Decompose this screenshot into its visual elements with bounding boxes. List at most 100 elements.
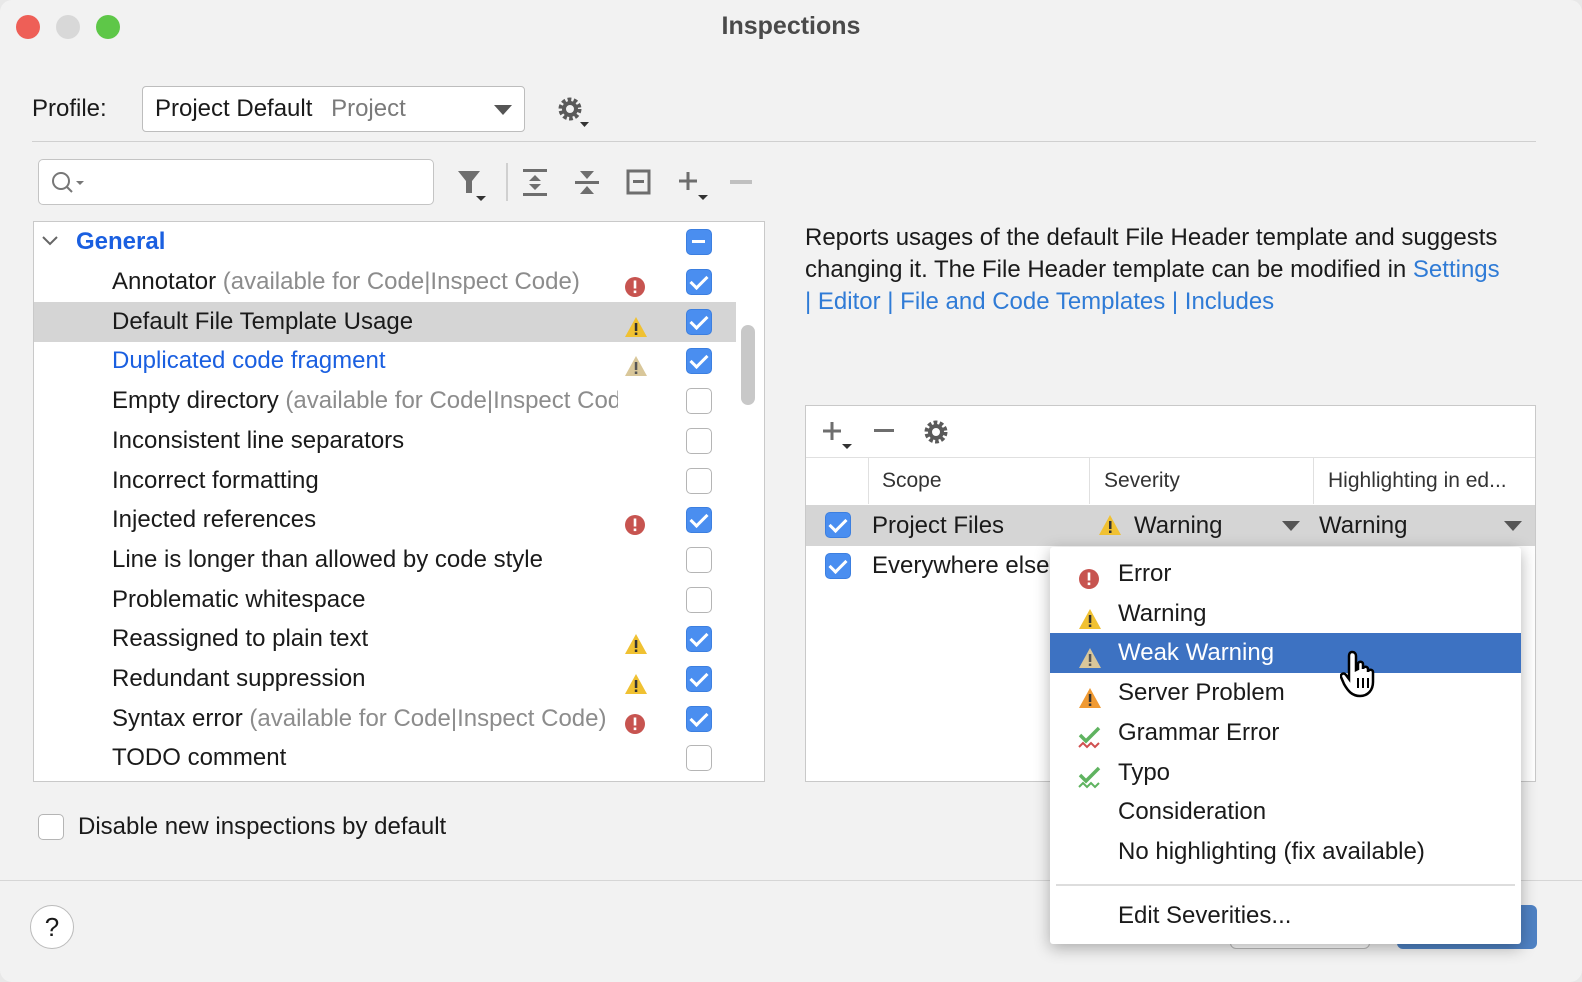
add-icon[interactable]	[678, 170, 710, 202]
menu-item[interactable]: Warning	[1050, 594, 1521, 634]
item-checkbox[interactable]	[686, 308, 712, 335]
menu-item-label: Weak Warning	[1118, 639, 1275, 667]
item-checkbox[interactable]	[686, 666, 712, 692]
item-checkbox[interactable]	[686, 467, 712, 494]
tree-item[interactable]: Inconsistent line separators	[34, 421, 736, 461]
item-label: Duplicated code fragment	[112, 341, 618, 381]
profile-dropdown[interactable]: Project Default Project	[142, 86, 525, 132]
group-checkbox[interactable]	[686, 229, 712, 255]
menu-item-edit-severities[interactable]: Edit Severities...	[1050, 896, 1521, 936]
tree-item[interactable]: Problematic whitespace	[34, 580, 736, 620]
item-name: Duplicated code fragment	[112, 347, 386, 375]
inspection-tree[interactable]: General Annotator (available for Code|In…	[33, 221, 765, 782]
item-checkbox[interactable]	[686, 586, 712, 613]
hand-cursor-icon	[1340, 650, 1375, 698]
item-checkbox[interactable]	[686, 705, 712, 732]
tree-item[interactable]: Duplicated code fragment	[34, 341, 736, 381]
highlighting-dropdown[interactable]: Warning	[1319, 505, 1407, 546]
menu-separator	[1056, 884, 1515, 886]
item-checkbox[interactable]	[686, 269, 712, 295]
window-title: Inspections	[721, 12, 861, 40]
divider	[1313, 458, 1314, 504]
chevron-down-icon[interactable]	[1282, 521, 1300, 531]
error-icon	[625, 277, 645, 297]
tree-item[interactable]: Reassigned to plain text	[34, 619, 736, 659]
item-label: TODO comment	[112, 738, 618, 778]
scope-checkbox[interactable]	[825, 512, 851, 538]
item-label: Problematic whitespace	[112, 580, 618, 620]
menu-item[interactable]: Server Problem	[1050, 673, 1521, 713]
scope-name: Everywhere else	[872, 552, 1050, 579]
scope-checkbox[interactable]	[825, 553, 851, 579]
tree-item[interactable]: Redundant suppression	[34, 659, 736, 699]
menu-item[interactable]: Weak Warning	[1050, 633, 1521, 674]
error-icon	[1079, 569, 1099, 589]
header-highlighting[interactable]: Highlighting in ed...	[1328, 458, 1507, 504]
gear-icon[interactable]	[922, 418, 950, 446]
warning-icon	[1079, 608, 1101, 629]
collapse-all-icon[interactable]	[574, 168, 600, 198]
add-scope-icon[interactable]	[822, 420, 852, 450]
tree-item[interactable]: Annotator (available for Code|Inspect Co…	[34, 262, 736, 302]
scope-row-project-files[interactable]: Project Files Warning Warning	[806, 505, 1535, 546]
tree-item[interactable]: TODO comment	[34, 738, 736, 778]
item-label: Syntax error (available for Code|Inspect…	[112, 699, 618, 739]
item-checkbox[interactable]	[686, 427, 712, 454]
menu-item[interactable]: Consideration	[1050, 792, 1521, 832]
gear-icon[interactable]	[556, 96, 590, 128]
menu-item[interactable]: Grammar Error	[1050, 713, 1521, 753]
item-note: (available for Code|Inspect Code)	[249, 704, 607, 732]
chevron-down-icon[interactable]	[42, 236, 58, 246]
group-label: General	[76, 228, 166, 255]
typo-icon	[1078, 766, 1101, 788]
reset-icon[interactable]	[626, 169, 652, 197]
warning-icon	[1099, 515, 1121, 535]
item-name: Reassigned to plain text	[112, 625, 369, 653]
tree-group-general[interactable]: General	[34, 222, 736, 262]
profile-value: Project Default	[155, 95, 313, 122]
filter-icon[interactable]	[456, 168, 490, 202]
header-severity[interactable]: Severity	[1104, 458, 1180, 504]
menu-item[interactable]: No highlighting (fix available)	[1050, 832, 1521, 872]
tree-item[interactable]: Injected references	[34, 500, 736, 540]
menu-item[interactable]: Error	[1050, 554, 1521, 594]
item-note: (available for Code|Inspect Code)	[285, 387, 618, 415]
tree-scrollbar[interactable]	[741, 325, 755, 405]
item-checkbox[interactable]	[686, 546, 712, 573]
menu-item[interactable]: Typo	[1050, 753, 1521, 793]
item-name: TODO comment	[112, 744, 287, 772]
tree-item[interactable]: Incorrect formatting	[34, 461, 736, 501]
item-label: Reassigned to plain text	[112, 619, 618, 659]
menu-item-label: Typo	[1118, 758, 1171, 786]
tree-item[interactable]: Line is longer than allowed by code styl…	[34, 540, 736, 580]
item-checkbox[interactable]	[686, 388, 712, 415]
disable-new-checkbox[interactable]	[38, 814, 64, 840]
tree-item[interactable]: Syntax error (available for Code|Inspect…	[34, 699, 736, 739]
chevron-down-icon[interactable]	[1504, 521, 1522, 531]
item-label: Line is longer than allowed by code styl…	[112, 540, 618, 580]
help-button[interactable]: ?	[30, 905, 74, 949]
menu-item-label: Consideration	[1118, 798, 1267, 826]
item-label: Inconsistent line separators	[112, 421, 618, 461]
item-checkbox[interactable]	[686, 507, 712, 534]
search-icon	[52, 172, 84, 193]
item-checkbox[interactable]	[686, 626, 712, 653]
tree-item[interactable]: Default File Template Usage	[34, 301, 736, 342]
warning-icon	[625, 316, 647, 337]
search-input[interactable]	[38, 159, 434, 205]
item-checkbox[interactable]	[686, 745, 712, 772]
item-checkbox[interactable]	[686, 348, 712, 375]
item-name: Empty directory	[112, 387, 279, 415]
menu-item-label: Server Problem	[1118, 679, 1285, 707]
severity-dropdown[interactable]: Warning	[1134, 505, 1222, 546]
error-icon	[625, 713, 645, 734]
disable-new-label: Disable new inspections by default	[78, 813, 447, 840]
tree-item[interactable]: Empty directory (available for Code|Insp…	[34, 381, 736, 421]
divider	[1089, 458, 1090, 504]
remove-scope-icon[interactable]	[874, 429, 894, 433]
menu-item-label: Edit Severities...	[1118, 902, 1292, 929]
expand-all-icon[interactable]	[522, 168, 548, 198]
item-name: Incorrect formatting	[112, 466, 319, 494]
description-text: Reports usages of the default File Heade…	[805, 224, 1498, 283]
header-scope[interactable]: Scope	[882, 458, 942, 504]
